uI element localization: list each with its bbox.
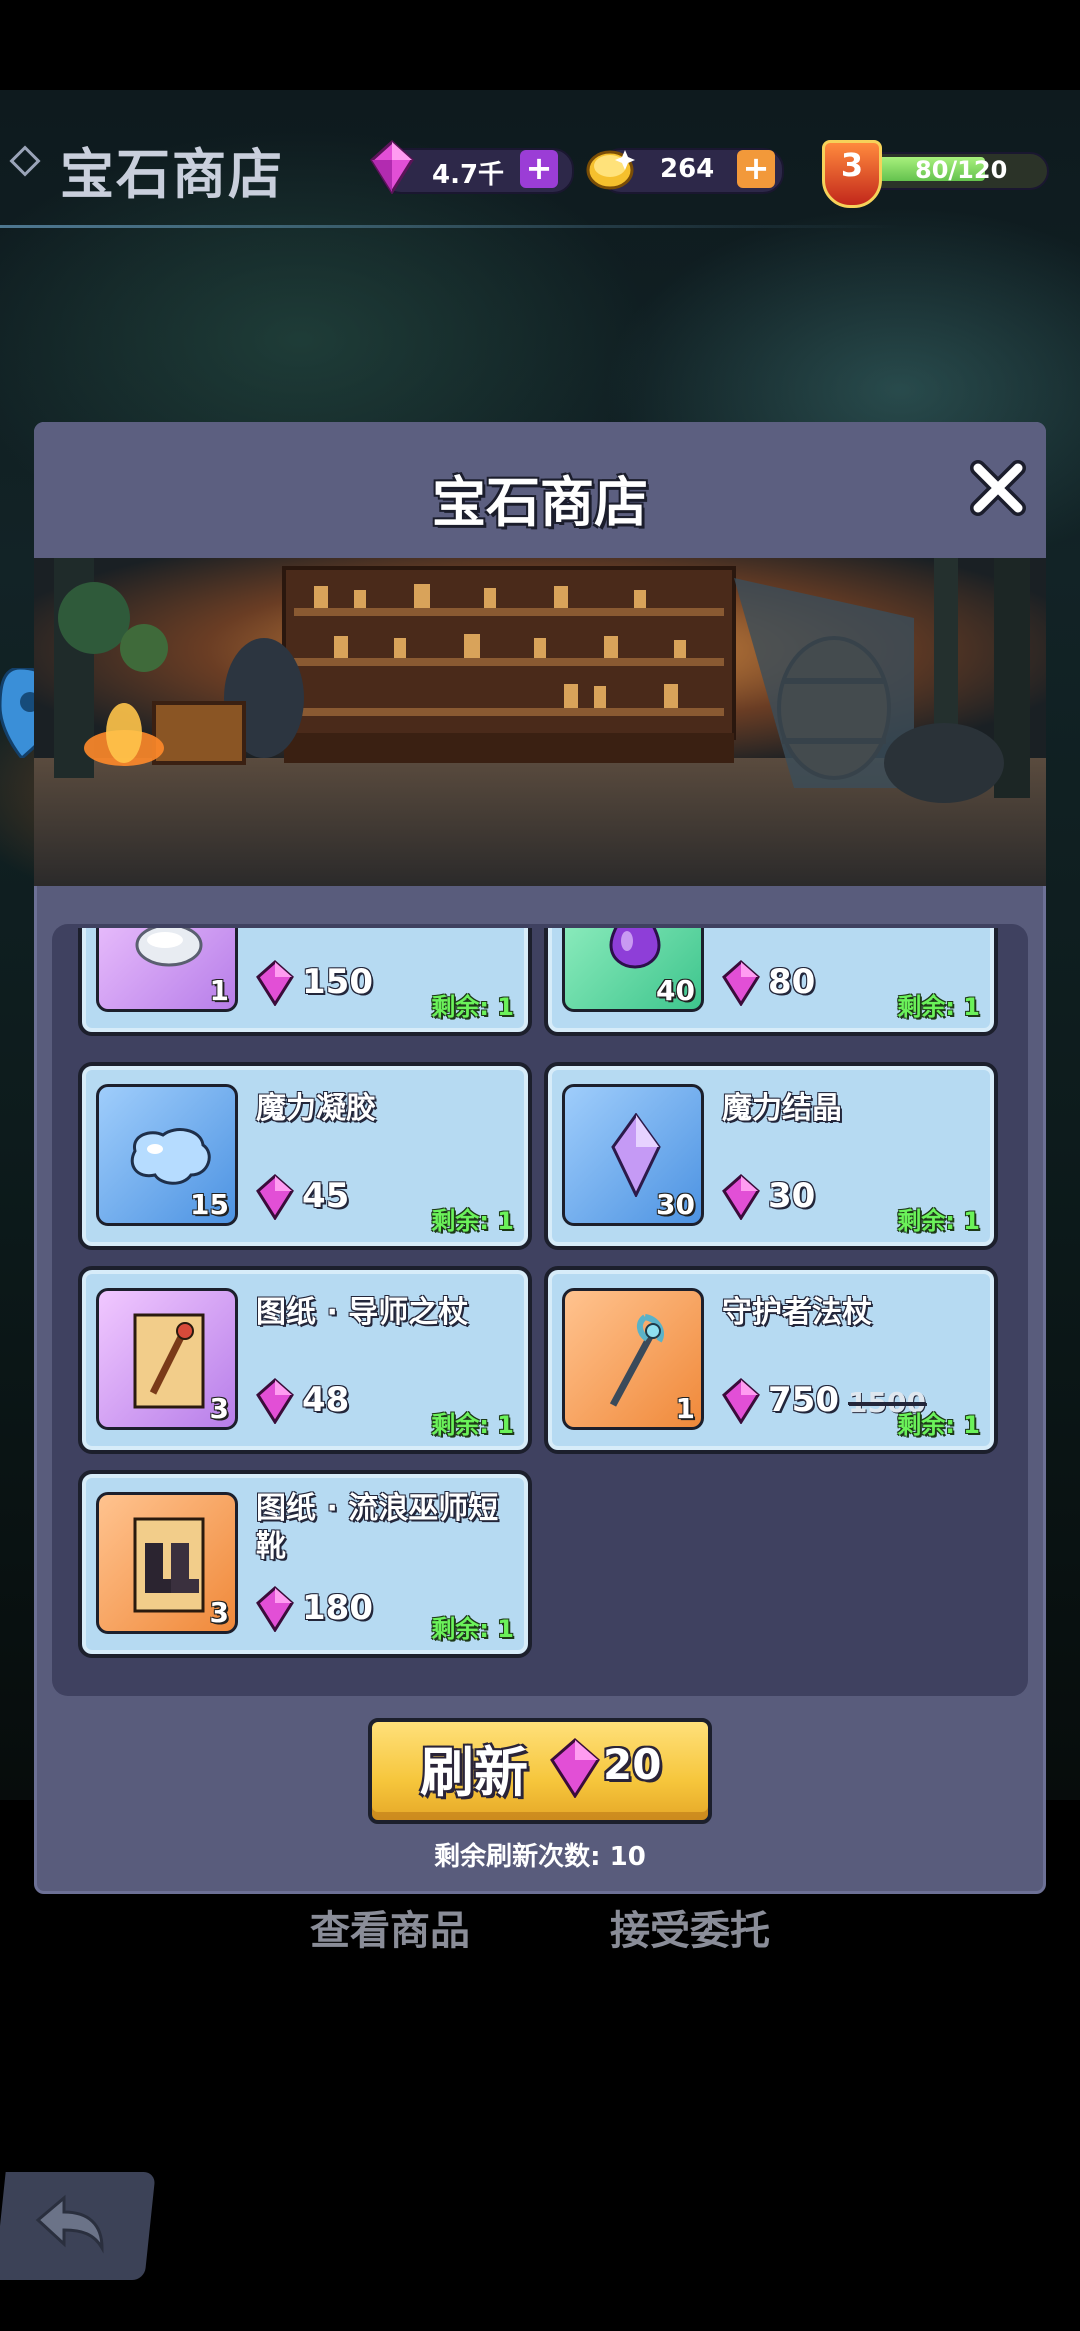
item-price: 150: [302, 962, 373, 1002]
gem-icon: [722, 1378, 760, 1424]
page-title: 宝石商店: [60, 143, 284, 206]
refresh-remaining-count: 剩余刷新次数: 10: [434, 1842, 646, 1872]
gem-icon: [256, 1378, 294, 1424]
refresh-label: 刷新: [420, 1741, 528, 1804]
shop-banner-image: [34, 558, 1046, 886]
gem-icon: [256, 1586, 294, 1632]
item-thumbnail: 1: [96, 928, 238, 1012]
item-quantity: 3: [209, 1596, 229, 1629]
purple-drop-icon: [609, 928, 661, 969]
item-price: 48: [302, 1380, 350, 1420]
shop-item-card[interactable]: 15 魔力凝胶 45 剩余: 1: [78, 1062, 532, 1250]
items-scroll-area[interactable]: 1 150 剩余: 1 40 80 剩余: 1 15 魔力凝胶 45 剩余: 1…: [52, 928, 1028, 1696]
tab-view-goods[interactable]: 查看商品: [310, 1898, 470, 1956]
item-remaining: 剩余: 1: [897, 993, 980, 1021]
item-quantity: 1: [209, 974, 229, 1007]
guardian-staff-icon: [609, 1314, 665, 1407]
level-number: 3: [840, 146, 864, 184]
item-remaining: 剩余: 1: [431, 1615, 514, 1643]
item-quantity: 15: [190, 1188, 229, 1221]
gem-icon: [722, 960, 760, 1006]
item-thumbnail: 15: [96, 1084, 238, 1226]
gem-icon: [370, 140, 414, 194]
item-quantity: 40: [656, 974, 695, 1007]
shop-item-card[interactable]: 3 图纸 · 导师之杖 48 剩余: 1: [78, 1266, 532, 1454]
gem-icon: [722, 1174, 760, 1220]
shop-item-card[interactable]: 40 80 剩余: 1: [544, 928, 998, 1036]
blue-gel-icon: [130, 1128, 211, 1185]
add-gold-button[interactable]: +: [737, 150, 775, 188]
tab-accept-commission[interactable]: 接受委托: [610, 1898, 770, 1956]
item-remaining: 剩余: 1: [431, 993, 514, 1021]
staff-blueprint-icon: [133, 1313, 205, 1409]
item-remaining: 剩余: 1: [897, 1207, 980, 1235]
gem-amount: 4.7千: [432, 160, 505, 190]
purple-crystal-icon: [611, 1113, 661, 1197]
xp-text: 80/120: [915, 156, 1008, 184]
item-name: 魔力凝胶: [256, 1091, 376, 1126]
item-remaining: 剩余: 1: [431, 1207, 514, 1235]
gem-icon: [256, 960, 294, 1006]
gem-icon: [550, 1738, 600, 1798]
item-name: 守护者法杖: [722, 1295, 872, 1330]
shop-item-card[interactable]: 30 魔力结晶 30 剩余: 1: [544, 1062, 998, 1250]
boots-blueprint-icon: [133, 1517, 205, 1613]
gold-coin-icon: [586, 150, 635, 190]
item-price: 45: [302, 1176, 350, 1216]
item-remaining: 剩余: 1: [431, 1411, 514, 1439]
gem-icon: [256, 1174, 294, 1220]
item-price: 750: [768, 1380, 839, 1420]
item-quantity: 3: [209, 1392, 229, 1425]
item-price: 180: [302, 1588, 373, 1628]
add-gems-button[interactable]: +: [520, 150, 558, 188]
gold-amount: 264: [660, 154, 715, 184]
item-quantity: 1: [675, 1392, 695, 1425]
item-thumbnail: 40: [562, 928, 704, 1012]
item-name: 魔力结晶: [722, 1091, 842, 1126]
back-arrow-icon: [35, 2194, 104, 2254]
close-icon[interactable]: [968, 458, 1028, 518]
modal-title: 宝石商店: [432, 471, 648, 534]
item-price: 30: [768, 1176, 816, 1216]
silver-coin-icon: [135, 928, 203, 967]
item-thumbnail: 30: [562, 1084, 704, 1226]
item-quantity: 30: [656, 1188, 695, 1221]
top-bar-divider: [0, 225, 900, 228]
refresh-cost: 20: [603, 1740, 662, 1789]
shop-item-card[interactable]: 1 守护者法杖 750 1500 剩余: 1: [544, 1266, 998, 1454]
item-price: 80: [768, 962, 816, 1002]
shop-item-card[interactable]: 3 图纸 · 流浪巫师短靴 180 剩余: 1: [78, 1470, 532, 1658]
item-name: 图纸 · 导师之杖: [256, 1295, 469, 1330]
item-remaining: 剩余: 1: [897, 1411, 980, 1439]
item-name: 图纸 · 流浪巫师短靴: [256, 1491, 499, 1564]
item-thumbnail: 1: [562, 1288, 704, 1430]
item-thumbnail: 3: [96, 1492, 238, 1634]
item-thumbnail: 3: [96, 1288, 238, 1430]
shop-item-card[interactable]: 1 150 剩余: 1: [78, 928, 532, 1036]
